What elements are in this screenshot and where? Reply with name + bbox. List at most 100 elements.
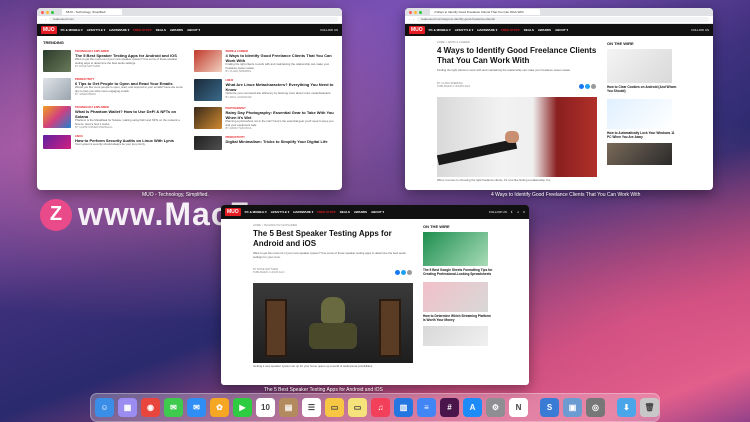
list-item[interactable]: LINUX What Are Linux Metacharacters? Ever… bbox=[193, 79, 337, 102]
article-thumbnail[interactable] bbox=[43, 135, 71, 150]
nav-item[interactable]: PC & MOBILE ▾ bbox=[245, 210, 267, 214]
article-thumbnail[interactable] bbox=[43, 106, 71, 128]
nav-item[interactable]: DEALS bbox=[156, 28, 166, 32]
music-icon[interactable]: ♫ bbox=[371, 398, 390, 417]
browser-window-trending[interactable]: MUO - Technology, Simplified. ‹ › makeus… bbox=[37, 8, 342, 190]
reminders-icon[interactable]: ☰ bbox=[302, 398, 321, 417]
minimize-icon[interactable] bbox=[46, 10, 49, 14]
menu-icon[interactable]: ≡ bbox=[523, 210, 525, 214]
list-item[interactable]: PRODUCTIVITY 6 Tips to Get People to Open… bbox=[43, 78, 186, 100]
facebook-share-icon[interactable] bbox=[395, 270, 400, 276]
nav-item[interactable]: FREE STUFF bbox=[133, 28, 152, 32]
notion-icon[interactable]: N bbox=[509, 398, 528, 417]
nav-item[interactable]: LIFESTYLE ▾ bbox=[455, 28, 474, 32]
article-thumbnail[interactable] bbox=[193, 50, 222, 72]
follow-us-button[interactable]: FOLLOW US bbox=[489, 210, 507, 214]
nav-item[interactable]: AWARDS bbox=[170, 28, 183, 32]
nav-item[interactable]: ABOUT ▾ bbox=[371, 210, 384, 214]
browser-tab[interactable]: MUO - Technology, Simplified. bbox=[62, 9, 122, 15]
nav-item[interactable]: ABOUT ▾ bbox=[555, 28, 568, 32]
back-icon[interactable]: ‹ bbox=[409, 18, 410, 21]
breadcrumb[interactable]: HOME > TECHNOLOGY EXPLAINED bbox=[253, 224, 413, 227]
nav-item[interactable]: LIFESTYLE ▾ bbox=[271, 210, 290, 214]
nav-item[interactable]: HARDWARE ▾ bbox=[293, 210, 313, 214]
nav-item[interactable]: ABOUT ▾ bbox=[187, 28, 200, 32]
mail-icon[interactable]: ✉ bbox=[187, 398, 206, 417]
search-icon[interactable]: ⌕ bbox=[518, 210, 520, 214]
minimize-icon[interactable] bbox=[414, 10, 417, 14]
sidebar-item[interactable]: How to Automatically Lock Your Windows 1… bbox=[607, 131, 677, 139]
nav-item[interactable]: PC & MOBILE ▾ bbox=[429, 28, 451, 32]
article-title[interactable]: Digital Minimalism: Tricks to Simplify Y… bbox=[226, 139, 328, 144]
list-item[interactable]: WORK & CAREER 4 Ways to Identify Good Fre… bbox=[193, 50, 337, 73]
maximize-icon[interactable] bbox=[419, 10, 422, 14]
twitter-share-icon[interactable] bbox=[585, 83, 590, 89]
browser-window-speaker[interactable]: MUO PC & MOBILE ▾ LIFESTYLE ▾ HARDWARE ▾… bbox=[221, 205, 529, 385]
back-icon[interactable]: ‹ bbox=[41, 18, 42, 21]
finder-icon[interactable]: ☺ bbox=[95, 398, 114, 417]
notes-icon[interactable]: ▭ bbox=[325, 398, 344, 417]
nav-item[interactable]: DEALS bbox=[524, 28, 534, 32]
list-item[interactable]: PRODUCTIVITY Digital Minimalism: Tricks t… bbox=[193, 136, 337, 151]
moon-icon[interactable]: ☾ bbox=[511, 210, 514, 214]
article-thumbnail[interactable] bbox=[193, 79, 222, 102]
url-field[interactable]: makeuseof.com/ways-to-identify-good-free… bbox=[416, 17, 709, 22]
article-thumbnail[interactable] bbox=[43, 78, 71, 100]
slack-icon[interactable]: # bbox=[440, 398, 459, 417]
follow-us-button[interactable]: FOLLOW US bbox=[691, 28, 709, 32]
messages-icon[interactable]: ✉ bbox=[164, 398, 183, 417]
list-item[interactable]: PHOTOGRAPHY Rainy Day Photography: Essent… bbox=[193, 107, 337, 130]
follow-us-button[interactable]: FOLLOW US bbox=[320, 28, 338, 32]
nav-item[interactable]: FREE STUFF bbox=[317, 210, 336, 214]
browser-window-freelance[interactable]: 4 Ways to Identify Good Freelance Client… bbox=[405, 8, 713, 190]
forward-icon[interactable]: › bbox=[413, 18, 414, 21]
trash-icon[interactable]: 🗑 bbox=[640, 398, 659, 417]
email-share-icon[interactable] bbox=[591, 83, 596, 89]
nav-item[interactable]: AWARDS bbox=[354, 210, 367, 214]
list-item[interactable]: TECHNOLOGY EXPLAINED What Is Phantom Wall… bbox=[43, 106, 186, 129]
list-item[interactable]: LINUX How to Perform Security Audits on L… bbox=[43, 135, 186, 150]
launchpad-icon[interactable]: ▦ bbox=[118, 398, 137, 417]
sidebar-thumbnail[interactable] bbox=[423, 326, 488, 346]
site-logo[interactable]: MUO bbox=[225, 208, 241, 216]
close-icon[interactable] bbox=[409, 10, 412, 14]
nav-item[interactable]: HARDWARE ▾ bbox=[477, 28, 497, 32]
sigma-app-icon[interactable]: S bbox=[540, 398, 559, 417]
nav-item[interactable]: PC & MOBILE ▾ bbox=[61, 28, 83, 32]
breadcrumb[interactable]: HOME > WORK & CAREER bbox=[437, 41, 597, 44]
trello-icon[interactable]: ▥ bbox=[394, 398, 413, 417]
sidebar-thumbnail[interactable] bbox=[423, 282, 488, 312]
sidebar-item[interactable]: The 9 Best Google Sheets Formatting Tips… bbox=[423, 268, 493, 276]
site-logo[interactable]: MUO bbox=[41, 26, 57, 34]
article-thumbnail[interactable] bbox=[193, 136, 222, 151]
list-item[interactable]: TECHNOLOGY EXPLAINED The 5 Best Speaker T… bbox=[43, 50, 186, 72]
facebook-share-icon[interactable] bbox=[579, 83, 584, 89]
finder-folder-icon[interactable]: ▤ bbox=[279, 398, 298, 417]
disk-utility-icon[interactable]: ◎ bbox=[586, 398, 605, 417]
forward-icon[interactable]: › bbox=[45, 18, 46, 21]
nav-item[interactable]: DEALS bbox=[340, 210, 350, 214]
app-store-icon[interactable]: A bbox=[463, 398, 482, 417]
stickies-icon[interactable]: ▭ bbox=[348, 398, 367, 417]
sidebar-thumbnail[interactable] bbox=[607, 99, 672, 129]
nav-item[interactable]: FREE STUFF bbox=[501, 28, 520, 32]
site-logo[interactable]: MUO bbox=[409, 26, 425, 34]
preview-icon[interactable]: ▣ bbox=[563, 398, 582, 417]
sidebar-thumbnail[interactable] bbox=[607, 143, 672, 165]
close-icon[interactable] bbox=[41, 10, 44, 14]
maximize-icon[interactable] bbox=[51, 10, 54, 14]
article-thumbnail[interactable] bbox=[43, 50, 71, 72]
sidebar-item[interactable]: How to Clear Cookies on Android (And Who… bbox=[607, 85, 677, 93]
twitter-share-icon[interactable] bbox=[401, 270, 406, 276]
browser-tab[interactable]: 4 Ways to Identify Good Freelance Client… bbox=[430, 9, 540, 15]
email-share-icon[interactable] bbox=[407, 270, 412, 276]
nav-item[interactable]: AWARDS bbox=[538, 28, 551, 32]
calendar-icon[interactable]: 10 bbox=[256, 398, 275, 417]
facetime-icon[interactable]: ▶ bbox=[233, 398, 252, 417]
sidebar-thumbnail[interactable] bbox=[423, 232, 488, 266]
nav-item[interactable]: LIFESTYLE ▾ bbox=[87, 28, 106, 32]
sidebar-thumbnail[interactable] bbox=[607, 49, 672, 83]
url-field[interactable]: makeuseof.com bbox=[48, 17, 338, 22]
article-thumbnail[interactable] bbox=[193, 107, 222, 130]
system-preferences-icon[interactable]: ⚙ bbox=[486, 398, 505, 417]
